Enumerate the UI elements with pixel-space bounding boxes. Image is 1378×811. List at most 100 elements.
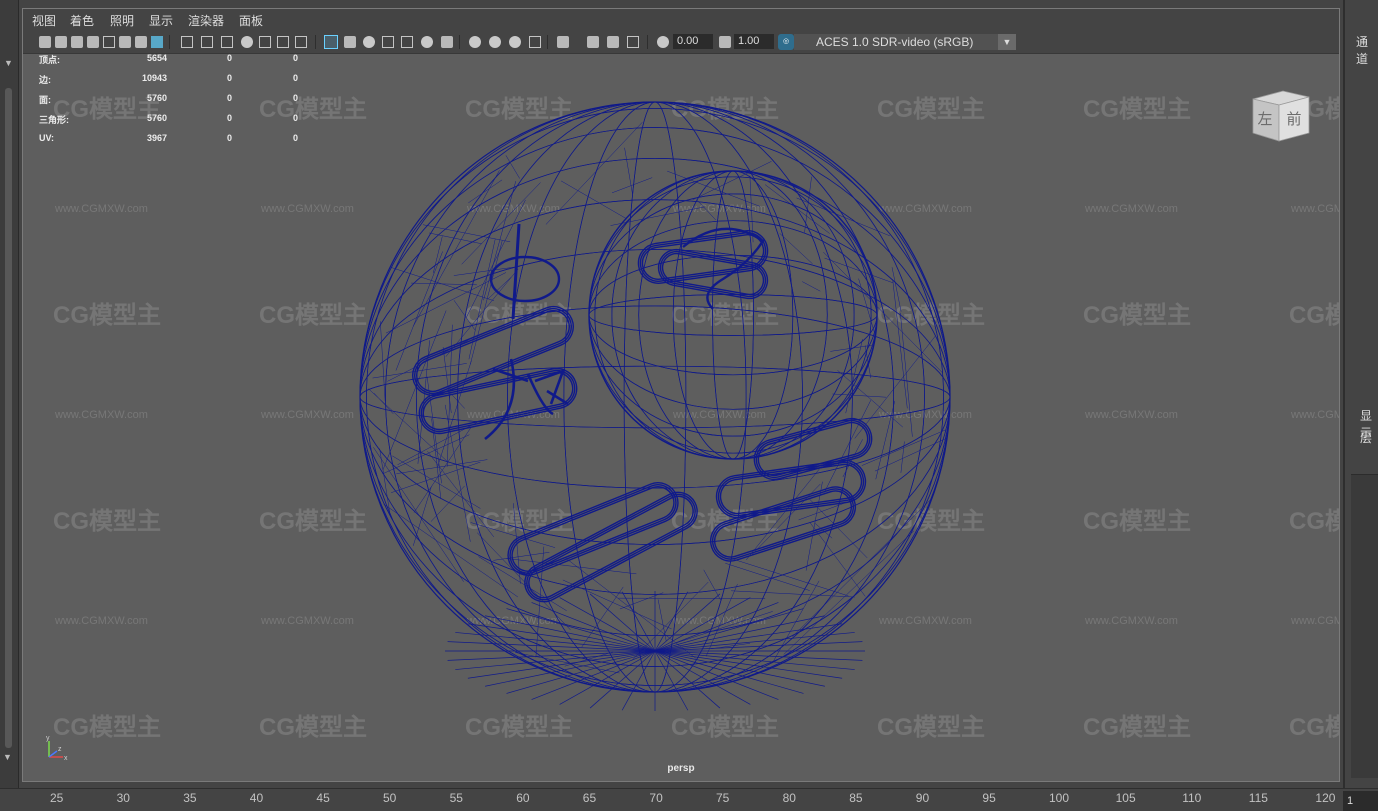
film-gate-icon[interactable] — [201, 36, 213, 48]
xray-joints-icon[interactable] — [587, 36, 599, 48]
collapse-arrow-icon[interactable]: ▼ — [4, 58, 13, 68]
pencil-icon[interactable] — [151, 36, 163, 48]
motion-blur-icon[interactable] — [489, 36, 501, 48]
scroll-down-icon[interactable]: ▼ — [3, 752, 12, 762]
wireframe-on-shaded-icon[interactable] — [382, 36, 394, 48]
menu-renderer[interactable]: 渲染器 — [188, 12, 224, 29]
svg-text:z: z — [58, 746, 62, 753]
default-material-icon[interactable] — [363, 36, 375, 48]
tab-layers[interactable]: 层 — [1360, 429, 1372, 446]
menu-lighting[interactable]: 照明 — [110, 12, 134, 29]
watermark-url: www.CGMXW.com — [260, 203, 354, 215]
layer-list[interactable] — [1351, 474, 1378, 765]
svg-text:y: y — [46, 735, 50, 742]
watermark-brand: CG模型主 — [1083, 714, 1191, 741]
current-frame-field[interactable]: 1 — [1343, 791, 1378, 811]
menu-show[interactable]: 显示 — [149, 12, 173, 29]
smooth-shade-icon[interactable] — [344, 36, 356, 48]
viewcube-left-face[interactable]: 左 — [1257, 110, 1272, 128]
watermark-url: www.CGMXW.com — [260, 409, 354, 421]
tab-channels[interactable]: 通道 — [1356, 33, 1378, 67]
grease-pencil-icon[interactable] — [119, 36, 131, 48]
watermark-brand: CG模型主 — [1083, 96, 1191, 123]
watermark-brand: CG模型主 — [877, 508, 985, 535]
anti-alias-icon[interactable] — [509, 36, 521, 48]
wireframe-mesh — [360, 102, 950, 711]
watermark-brand: CG模型主 — [53, 508, 161, 535]
viewport-panel[interactable]: CG模型主 www.CGMXW.com CG模型主 www.CGMXW.com CG模型… — [22, 8, 1340, 782]
camera-attributes-icon[interactable] — [55, 36, 67, 48]
panel-menu-bar: 视图 着色 照明 显示 渲染器 面板 — [23, 9, 1339, 31]
watermark-url: www.CGMXW.com — [878, 615, 972, 627]
chevron-down-icon[interactable]: ▼ — [998, 34, 1016, 50]
svg-text:x: x — [64, 755, 68, 762]
view-cube[interactable]: 左 前 — [1249, 81, 1313, 145]
timeline-tick: 60 — [516, 791, 529, 805]
watermark-brand: CG模型主 — [259, 302, 367, 329]
timeline-tick: 70 — [649, 791, 662, 805]
timeline-tick: 30 — [117, 791, 130, 805]
gamma-field[interactable]: 1.00 — [734, 34, 774, 49]
bookmark-icon[interactable] — [71, 36, 83, 48]
xray-active-icon[interactable] — [607, 36, 619, 48]
menu-shading[interactable]: 着色 — [70, 12, 94, 29]
watermark-url: www.CGMXW.com — [54, 409, 148, 421]
watermark-layer: CG模型主 www.CGMXW.com CG模型主 www.CGMXW.com CG模型… — [53, 96, 1339, 781]
axis-gizmo: y x z — [43, 733, 73, 763]
gamma-icon[interactable] — [719, 36, 731, 48]
watermark-url: www.CGMXW.com — [1084, 615, 1178, 627]
grid-icon[interactable] — [181, 36, 193, 48]
xray-icon[interactable] — [401, 36, 413, 48]
timeline-tick: 95 — [982, 791, 995, 805]
safe-title-icon[interactable] — [295, 36, 307, 48]
horizontal-scrollbar[interactable] — [1351, 762, 1378, 778]
depth-of-field-icon[interactable] — [529, 36, 541, 48]
watermark-brand: CG模型主 — [671, 96, 779, 123]
lights-icon[interactable] — [421, 36, 433, 48]
watermark-url: www.CGMXW.com — [1290, 615, 1339, 627]
color-management-dropdown[interactable]: ACES 1.0 SDR-video (sRGB) — [794, 34, 1014, 50]
wireframe-icon[interactable] — [325, 36, 337, 48]
hud-row-edges: 边: 10943 0 0 — [39, 73, 319, 85]
timeline-tick: 65 — [583, 791, 596, 805]
watermark-url: www.CGMXW.com — [54, 615, 148, 627]
timeline-tick: 120 — [1315, 791, 1335, 805]
select-camera-icon[interactable] — [39, 36, 51, 48]
watermark-brand: CG模型主 — [1289, 508, 1339, 535]
isolate-select-icon[interactable] — [557, 36, 569, 48]
field-chart-icon[interactable] — [259, 36, 271, 48]
move-icon[interactable] — [135, 36, 147, 48]
screen-space-ao-icon[interactable] — [469, 36, 481, 48]
backface-icon[interactable] — [627, 36, 639, 48]
watermark-url: www.CGMXW.com — [54, 203, 148, 215]
resolution-gate-icon[interactable] — [221, 36, 233, 48]
left-scrollbar[interactable] — [5, 88, 12, 748]
hud-row-uvs: UV: 3967 0 0 — [39, 133, 319, 145]
image-plane-icon[interactable] — [87, 36, 99, 48]
exposure-field[interactable]: 0.00 — [673, 34, 713, 49]
exposure-icon[interactable] — [657, 36, 669, 48]
viewcube-front-face[interactable]: 前 — [1286, 110, 1301, 128]
watermark-url: www.CGMXW.com — [1290, 409, 1339, 421]
timeline-tick: 85 — [849, 791, 862, 805]
watermark-brand: CG模型主 — [259, 714, 367, 741]
shadows-icon[interactable] — [441, 36, 453, 48]
camera-name-label: persp — [23, 763, 1339, 774]
hud-row-faces: 面: 5760 0 0 — [39, 93, 319, 105]
watermark-brand: CG模型主 — [1289, 714, 1339, 741]
gate-mask-icon[interactable] — [241, 36, 253, 48]
menu-panels[interactable]: 面板 — [239, 12, 263, 29]
watermark-url: www.CGMXW.com — [878, 409, 972, 421]
watermark-brand: CG模型主 — [53, 302, 161, 329]
timeline-tick: 100 — [1049, 791, 1069, 805]
hud-row-triangles: 三角形: 5760 0 0 — [39, 113, 319, 125]
time-slider[interactable]: 2530354045505560657075808590951001051101… — [0, 788, 1378, 811]
timeline-tick: 75 — [716, 791, 729, 805]
2d-pan-zoom-icon[interactable] — [103, 36, 115, 48]
watermark-brand: CG模型主 — [259, 508, 367, 535]
menu-view[interactable]: 视图 — [32, 12, 56, 29]
safe-action-icon[interactable] — [277, 36, 289, 48]
watermark-url: www.CGMXW.com — [672, 615, 766, 627]
color-management-icon[interactable]: ◎ — [778, 34, 794, 50]
watermark-brand: CG模型主 — [465, 714, 573, 741]
